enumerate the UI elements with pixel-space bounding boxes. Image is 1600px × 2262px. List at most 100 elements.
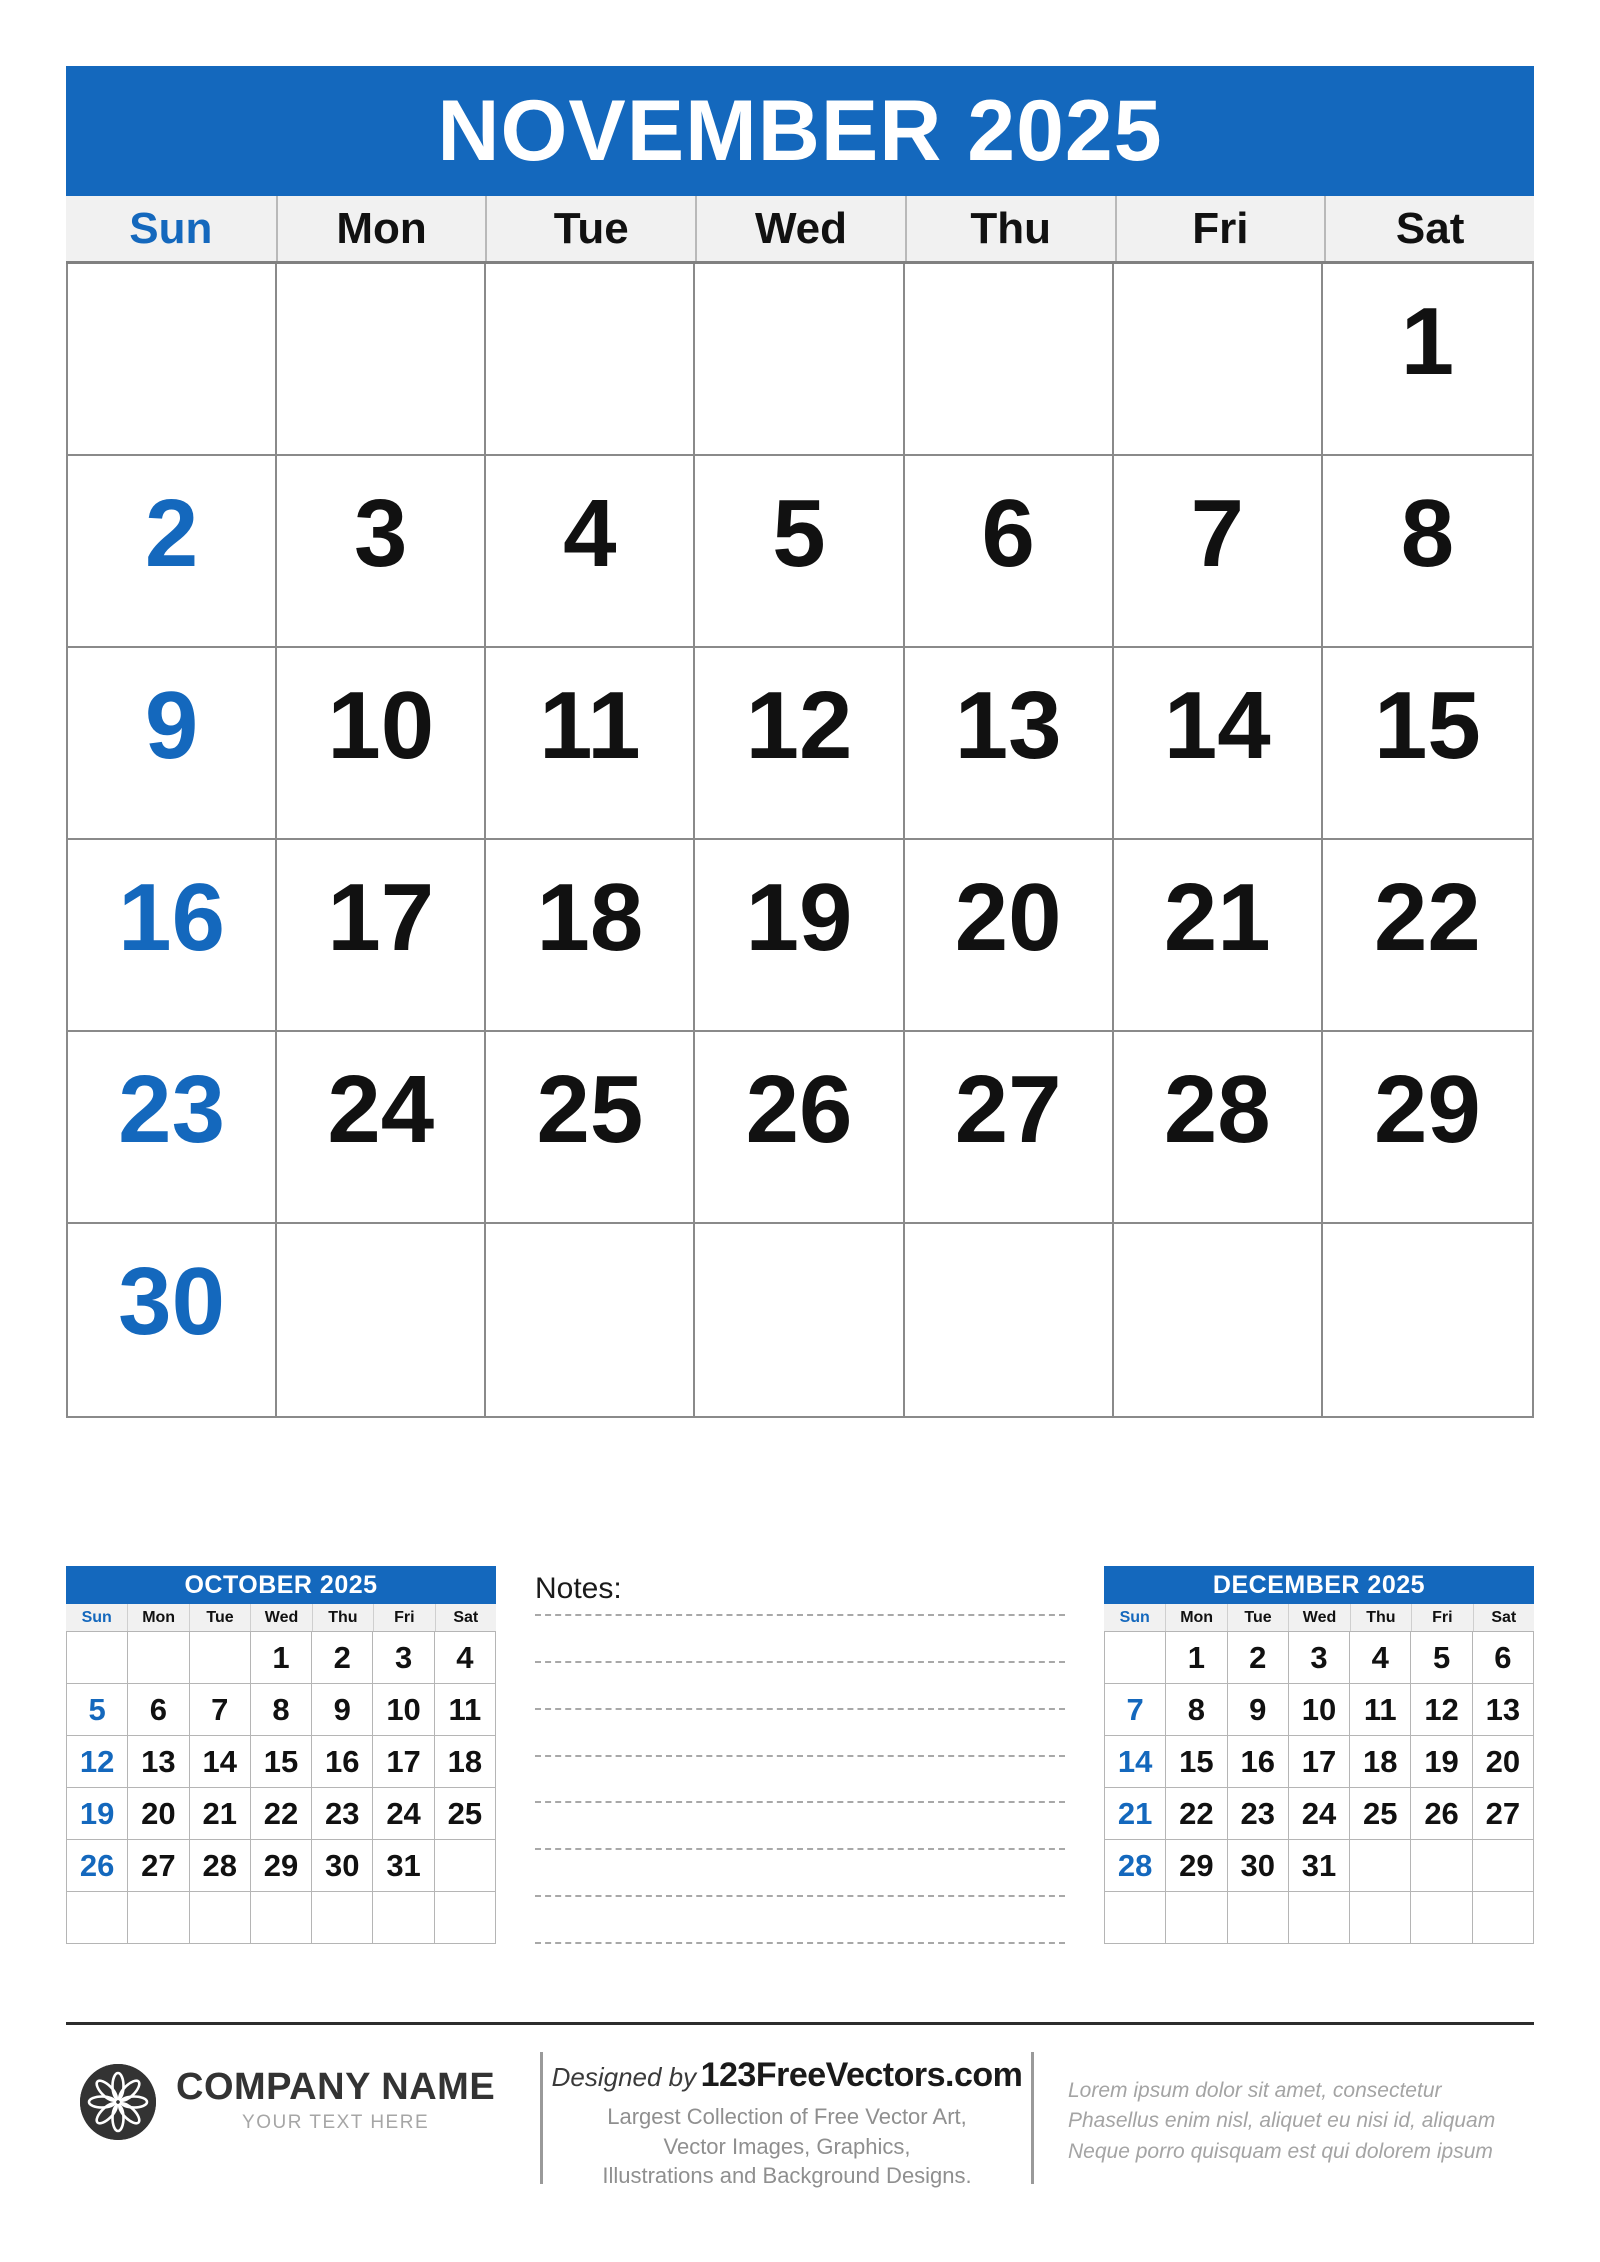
prev-day-cell-5[interactable]: 5 xyxy=(67,1684,129,1736)
main-day-cell-23[interactable]: 23 xyxy=(68,1032,278,1224)
next-day-cell-15[interactable]: 15 xyxy=(1166,1736,1228,1788)
prev-day-cell-2[interactable]: 2 xyxy=(312,1632,374,1684)
notes-line[interactable] xyxy=(535,1895,1065,1898)
next-day-cell-29[interactable]: 29 xyxy=(1166,1840,1228,1892)
main-day-cell-25[interactable]: 25 xyxy=(486,1032,696,1224)
main-day-cell-20[interactable]: 20 xyxy=(904,840,1114,1032)
next-day-cell-16[interactable]: 16 xyxy=(1227,1736,1289,1788)
notes-line[interactable] xyxy=(535,1754,1065,1757)
prev-day-cell-10[interactable]: 10 xyxy=(373,1684,435,1736)
main-day-cell-3[interactable]: 3 xyxy=(277,456,487,648)
next-day-cell-31[interactable]: 31 xyxy=(1288,1840,1351,1892)
main-day-cell-10[interactable]: 10 xyxy=(277,648,487,840)
main-day-cell-28[interactable]: 28 xyxy=(1113,1032,1323,1224)
prev-day-cell-11[interactable]: 11 xyxy=(434,1684,496,1736)
prev-day-cell-14[interactable]: 14 xyxy=(189,1736,251,1788)
prev-day-cell-6[interactable]: 6 xyxy=(128,1684,190,1736)
prev-day-cell-27[interactable]: 27 xyxy=(128,1840,190,1892)
main-day-cell-1[interactable]: 1 xyxy=(1322,264,1532,456)
next-day-cell-28[interactable]: 28 xyxy=(1105,1840,1167,1892)
main-day-cell-21[interactable]: 21 xyxy=(1113,840,1323,1032)
next-day-cell-17[interactable]: 17 xyxy=(1288,1736,1351,1788)
prev-day-cell-18[interactable]: 18 xyxy=(434,1736,496,1788)
next-day-cell-22[interactable]: 22 xyxy=(1166,1788,1228,1840)
notes-line[interactable] xyxy=(535,1848,1065,1851)
prev-day-cell-31[interactable]: 31 xyxy=(373,1840,435,1892)
next-day-cell-2[interactable]: 2 xyxy=(1227,1632,1289,1684)
next-day-cell-30[interactable]: 30 xyxy=(1227,1840,1289,1892)
main-day-cell-5[interactable]: 5 xyxy=(695,456,905,648)
notes-line[interactable] xyxy=(535,1614,1065,1616)
notes-lines[interactable] xyxy=(535,1614,1065,1944)
next-day-cell-10[interactable]: 10 xyxy=(1288,1684,1351,1736)
prev-day-cell-16[interactable]: 16 xyxy=(312,1736,374,1788)
notes-line[interactable] xyxy=(535,1707,1065,1710)
next-day-cell-6[interactable]: 6 xyxy=(1472,1632,1534,1684)
main-day-cell-17[interactable]: 17 xyxy=(277,840,487,1032)
main-day-cell-12[interactable]: 12 xyxy=(695,648,905,840)
main-day-cell-9[interactable]: 9 xyxy=(68,648,278,840)
next-day-cell-18[interactable]: 18 xyxy=(1350,1736,1412,1788)
main-day-cell-11[interactable]: 11 xyxy=(486,648,696,840)
next-day-cell-8[interactable]: 8 xyxy=(1166,1684,1228,1736)
main-day-cell-19[interactable]: 19 xyxy=(695,840,905,1032)
prev-day-cell-20[interactable]: 20 xyxy=(128,1788,190,1840)
prev-day-cell-7[interactable]: 7 xyxy=(189,1684,251,1736)
prev-day-cell-22[interactable]: 22 xyxy=(250,1788,313,1840)
prev-day-cell-9[interactable]: 9 xyxy=(312,1684,374,1736)
prev-day-cell-17[interactable]: 17 xyxy=(373,1736,435,1788)
prev-day-cell-23[interactable]: 23 xyxy=(312,1788,374,1840)
prev-day-cell-19[interactable]: 19 xyxy=(67,1788,129,1840)
main-day-cell-7[interactable]: 7 xyxy=(1113,456,1323,648)
main-day-cell-30[interactable]: 30 xyxy=(68,1224,278,1416)
main-day-cell-6[interactable]: 6 xyxy=(904,456,1114,648)
prev-day-cell-21[interactable]: 21 xyxy=(189,1788,251,1840)
next-day-cell-1[interactable]: 1 xyxy=(1166,1632,1228,1684)
next-day-cell-23[interactable]: 23 xyxy=(1227,1788,1289,1840)
next-day-cell-7[interactable]: 7 xyxy=(1105,1684,1167,1736)
main-day-cell-27[interactable]: 27 xyxy=(904,1032,1114,1224)
next-day-cell-20[interactable]: 20 xyxy=(1472,1736,1534,1788)
main-day-cell-29[interactable]: 29 xyxy=(1322,1032,1532,1224)
prev-day-cell-29[interactable]: 29 xyxy=(250,1840,313,1892)
next-day-cell-9[interactable]: 9 xyxy=(1227,1684,1289,1736)
notes-line[interactable] xyxy=(535,1941,1065,1944)
main-day-cell-16[interactable]: 16 xyxy=(68,840,278,1032)
next-day-cell-26[interactable]: 26 xyxy=(1411,1788,1473,1840)
prev-day-cell-15[interactable]: 15 xyxy=(250,1736,313,1788)
prev-day-cell-13[interactable]: 13 xyxy=(128,1736,190,1788)
prev-day-cell-3[interactable]: 3 xyxy=(373,1632,435,1684)
prev-day-cell-24[interactable]: 24 xyxy=(373,1788,435,1840)
next-day-cell-25[interactable]: 25 xyxy=(1350,1788,1412,1840)
designed-by-site[interactable]: 123FreeVectors.com xyxy=(701,2056,1023,2094)
main-day-cell-4[interactable]: 4 xyxy=(486,456,696,648)
next-day-cell-4[interactable]: 4 xyxy=(1350,1632,1412,1684)
main-day-cell-2[interactable]: 2 xyxy=(68,456,278,648)
next-day-cell-3[interactable]: 3 xyxy=(1288,1632,1351,1684)
main-day-cell-13[interactable]: 13 xyxy=(904,648,1114,840)
main-day-cell-15[interactable]: 15 xyxy=(1322,648,1532,840)
main-day-cell-26[interactable]: 26 xyxy=(695,1032,905,1224)
next-day-cell-5[interactable]: 5 xyxy=(1411,1632,1473,1684)
main-day-cell-18[interactable]: 18 xyxy=(486,840,696,1032)
main-day-cell-24[interactable]: 24 xyxy=(277,1032,487,1224)
main-day-cell-8[interactable]: 8 xyxy=(1322,456,1532,648)
prev-day-cell-28[interactable]: 28 xyxy=(189,1840,251,1892)
next-day-cell-21[interactable]: 21 xyxy=(1105,1788,1167,1840)
notes-line[interactable] xyxy=(535,1801,1065,1804)
notes-line[interactable] xyxy=(535,1660,1065,1663)
prev-day-cell-4[interactable]: 4 xyxy=(434,1632,496,1684)
prev-day-cell-8[interactable]: 8 xyxy=(250,1684,313,1736)
prev-day-cell-25[interactable]: 25 xyxy=(434,1788,496,1840)
prev-day-cell-26[interactable]: 26 xyxy=(67,1840,129,1892)
next-day-cell-19[interactable]: 19 xyxy=(1411,1736,1473,1788)
next-day-cell-24[interactable]: 24 xyxy=(1288,1788,1351,1840)
next-day-cell-11[interactable]: 11 xyxy=(1350,1684,1412,1736)
next-day-cell-14[interactable]: 14 xyxy=(1105,1736,1167,1788)
main-day-cell-22[interactable]: 22 xyxy=(1322,840,1532,1032)
prev-day-cell-30[interactable]: 30 xyxy=(312,1840,374,1892)
prev-day-cell-1[interactable]: 1 xyxy=(250,1632,313,1684)
main-day-cell-14[interactable]: 14 xyxy=(1113,648,1323,840)
next-day-cell-13[interactable]: 13 xyxy=(1472,1684,1534,1736)
next-day-cell-27[interactable]: 27 xyxy=(1472,1788,1534,1840)
